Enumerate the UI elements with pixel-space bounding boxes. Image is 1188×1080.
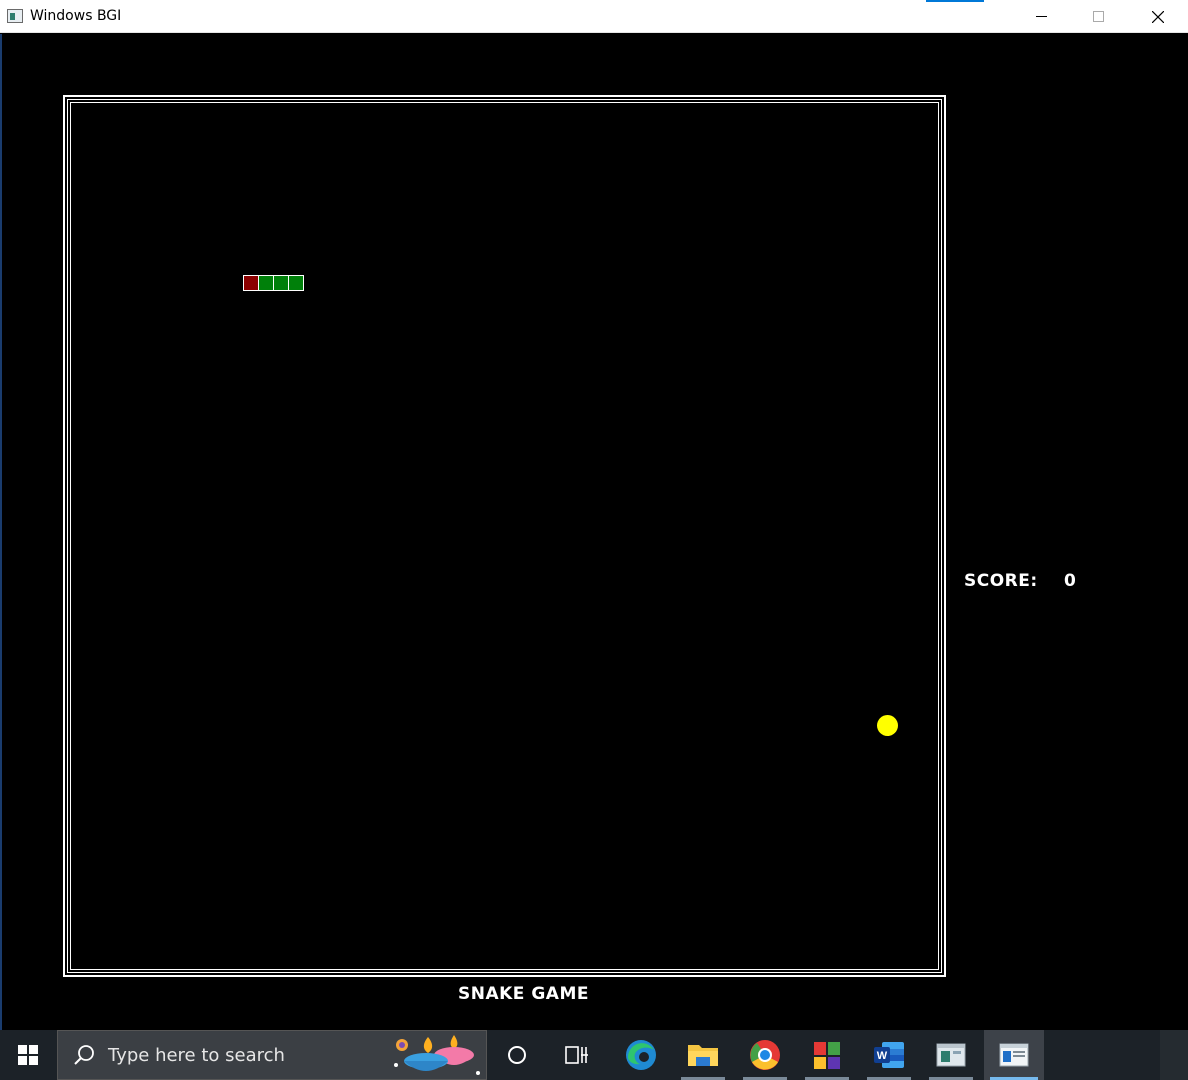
taskbar-search-box[interactable]: Type here to search [57,1030,487,1080]
taskbar-app-windows-bgi[interactable] [921,1030,981,1080]
close-icon [1152,10,1164,23]
game-board [63,95,946,977]
board-border-inner [70,102,939,970]
title-bar-accent [926,0,984,2]
windows-logo-icon [18,1045,38,1065]
taskbar: Type here to search W [0,1030,1188,1080]
taskbar-app-windows-bgi-active[interactable] [984,1030,1044,1080]
word-icon: W [874,1042,904,1068]
taskbar-app-file-explorer[interactable] [673,1030,733,1080]
score-label: SCORE: [964,571,1038,591]
cortana-icon [508,1046,526,1064]
folder-icon [688,1045,718,1066]
taskbar-app-store[interactable] [797,1030,857,1080]
search-icon [74,1045,94,1065]
task-view-button[interactable] [548,1030,606,1080]
taskbar-app-word[interactable]: W [859,1030,919,1080]
taskbar-app-chrome[interactable] [735,1030,795,1080]
diya-lamps-icon [394,1035,480,1075]
search-placeholder: Type here to search [108,1045,285,1066]
snake-body-segment [258,275,274,291]
start-button[interactable] [0,1030,56,1080]
food-pellet [877,715,898,736]
score-value: 0 [1064,571,1076,591]
maximize-icon [1093,10,1104,22]
snake-body-segment [288,275,304,291]
close-button[interactable] [1128,0,1188,33]
app-window-icon [7,9,23,23]
window-title: Windows BGI [30,8,122,24]
window-edge [0,34,2,1030]
store-icon [814,1042,840,1069]
bgi-window-icon [999,1043,1029,1067]
bgi-window-icon [936,1043,966,1067]
show-desktop-area[interactable] [1160,1030,1188,1080]
maximize-button[interactable] [1070,0,1128,33]
task-view-icon [565,1046,588,1064]
game-title: SNAKE GAME [458,984,589,1004]
edge-icon [626,1040,656,1070]
svg-text:W: W [877,1050,888,1062]
snake-head [243,275,259,291]
window-title-bar[interactable]: Windows BGI [0,0,1188,33]
chrome-icon [750,1040,780,1070]
taskbar-app-edge[interactable] [611,1030,671,1080]
board-border-mid [67,99,942,973]
cortana-button[interactable] [490,1030,544,1080]
snake-body-segment [273,275,289,291]
minimize-button[interactable] [1012,0,1070,33]
minimize-icon [1035,16,1047,17]
